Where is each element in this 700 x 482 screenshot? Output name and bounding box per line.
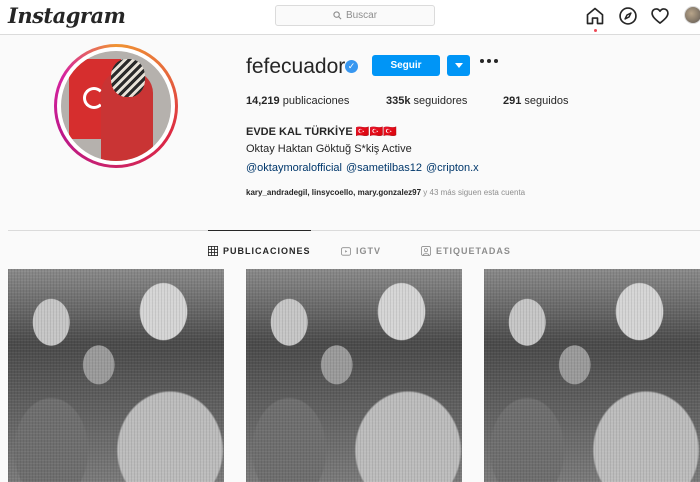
followed-by-suffix: y 43 más siguen esta cuenta [421, 188, 526, 197]
mention-link[interactable]: @sametilbas12 [346, 162, 422, 174]
more-options-icon[interactable] [480, 59, 498, 63]
profile-avatar[interactable] [684, 6, 700, 24]
following-stat[interactable]: 291 seguidos [503, 95, 568, 107]
follow-button[interactable]: Seguir [372, 55, 440, 76]
grid-icon [208, 246, 218, 256]
search-placeholder: Buscar [345, 10, 378, 21]
tabs-divider [8, 230, 700, 231]
search-icon [333, 11, 342, 20]
tab-igtv[interactable]: IGTV [341, 238, 381, 264]
followed-by[interactable]: kary_andradegil, linsycoello, mary.gonza… [246, 188, 525, 197]
followed-by-names: kary_andradegil, linsycoello, mary.gonza… [246, 188, 422, 197]
mention-link[interactable]: @cripton.x [426, 162, 479, 174]
profile-picture [61, 51, 171, 161]
explore-icon[interactable] [618, 6, 638, 26]
suggested-dropdown-button[interactable] [447, 55, 470, 76]
post-thumbnail[interactable] [484, 269, 700, 482]
verified-badge-icon: ✓ [345, 60, 358, 73]
profile-username: fefecuador [246, 55, 346, 78]
tab-etiquetadas[interactable]: ETIQUETADAS [421, 238, 511, 264]
tab-publicaciones[interactable]: PUBLICACIONES [208, 230, 311, 264]
followers-stat[interactable]: 335k seguidores [386, 95, 467, 107]
profile-bio: Oktay Haktan Göktuğ S*kiş Active [246, 143, 412, 155]
home-icon[interactable] [585, 6, 605, 26]
story-ring[interactable] [54, 44, 178, 168]
igtv-icon [341, 247, 351, 256]
search-input[interactable]: Buscar [275, 5, 435, 26]
instagram-logo[interactable]: Instagram [8, 3, 126, 28]
posts-stat: 14,219 publicaciones [246, 95, 350, 107]
bio-mentions: @oktaymoralofficial @sametilbas12 @cript… [246, 162, 479, 174]
mention-link[interactable]: @oktaymoralofficial [246, 162, 342, 174]
post-thumbnail[interactable] [246, 269, 462, 482]
notification-dot [594, 29, 597, 32]
profile-full-name: EVDE KAL TÜRKİYE 🇹🇷🇹🇷🇹🇷 [246, 126, 397, 138]
heart-icon[interactable] [650, 6, 670, 26]
tagged-icon [421, 246, 431, 256]
post-thumbnail[interactable] [8, 269, 224, 482]
